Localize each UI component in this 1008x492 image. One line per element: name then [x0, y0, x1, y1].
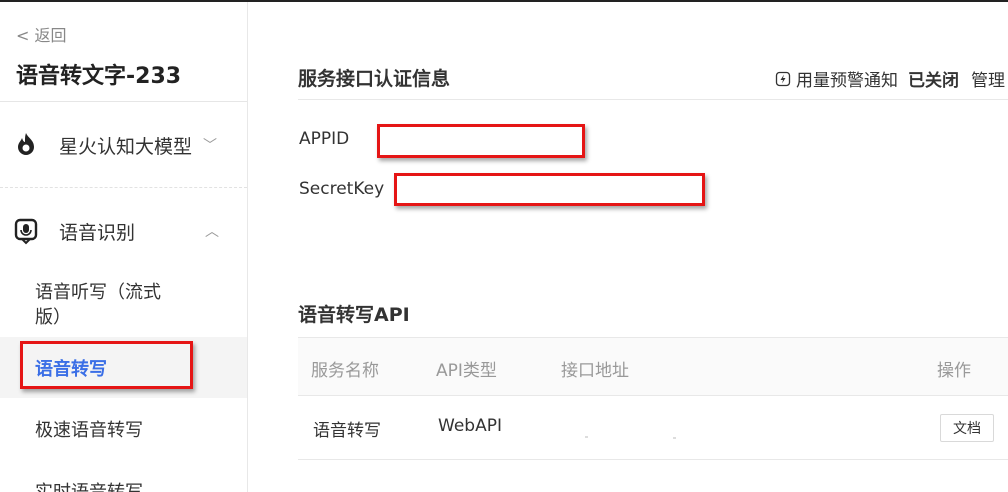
table-row: 语音转写 WebAPI 文档 — [298, 396, 1008, 460]
sidebar-divider — [0, 187, 247, 188]
sidebar-item-label: 极速语音转写 — [35, 420, 143, 441]
sidebar-item-speech-transcription[interactable]: 语音转写 — [0, 337, 247, 398]
section-divider — [298, 99, 1008, 100]
app-title: 语音转文字-233 — [16, 64, 182, 89]
redacted-mark — [673, 437, 676, 439]
sidebar-item-label: 语音听写（流式版） — [35, 282, 161, 328]
sidebar-group-spark-model[interactable]: 星火认知大模型 ﹀ — [0, 122, 247, 168]
usage-alert-label: 用量预警通知 — [796, 71, 898, 91]
sidebar-item-streaming-dictation[interactable]: 语音听写（流式版） — [0, 280, 247, 332]
back-link[interactable]: < 返回 — [16, 22, 67, 46]
alert-icon — [775, 71, 791, 86]
appid-value-box — [377, 124, 585, 158]
column-header: API类型 — [436, 361, 497, 381]
sidebar-item-realtime-transcription[interactable]: 实时语音转写 — [0, 476, 247, 492]
api-section-title: 语音转写API — [298, 304, 410, 326]
api-type-cell: WebAPI — [438, 416, 502, 436]
api-table-header: 服务名称 API类型 接口地址 操作 — [298, 337, 1008, 396]
usage-alert-bar: 用量预警通知 已关闭 管理 — [775, 66, 1005, 91]
sidebar: < 返回 语音转文字-233 星火认知大模型 ﹀ 语音识别 ︿ 语音听写（流式版… — [0, 2, 248, 492]
manage-link[interactable]: 管理 — [971, 66, 1005, 91]
sidebar-group-label: 语音识别 — [59, 221, 136, 244]
main-content: 服务接口认证信息 用量预警通知 已关闭 管理 APPID SecretKey 语… — [248, 2, 1008, 492]
highlight-box — [20, 341, 193, 389]
sidebar-group-speech-recognition[interactable]: 语音识别 ︿ — [0, 208, 247, 254]
sidebar-item-fast-transcription[interactable]: 极速语音转写 — [0, 414, 247, 444]
appid-label: APPID — [299, 129, 350, 149]
sidebar-divider — [0, 101, 247, 102]
secretkey-value-box — [394, 173, 705, 206]
usage-alert-status: 已关闭 — [908, 71, 959, 91]
sidebar-item-label: 实时语音转写 — [35, 478, 143, 492]
chevron-down-icon: ﹀ — [203, 138, 217, 154]
service-name-cell: 语音转写 — [313, 421, 381, 441]
sidebar-group-label: 星火认知大模型 — [59, 135, 193, 158]
voice-recognition-icon — [14, 218, 38, 245]
secretkey-label: SecretKey — [299, 179, 385, 199]
column-header: 操作 — [937, 361, 971, 381]
column-header: 服务名称 — [311, 361, 379, 381]
auth-section-title: 服务接口认证信息 — [298, 68, 451, 90]
flame-icon — [18, 133, 34, 155]
redacted-mark — [585, 436, 588, 438]
column-header: 接口地址 — [561, 361, 629, 381]
chevron-up-icon: ︿ — [205, 224, 219, 240]
doc-button[interactable]: 文档 — [940, 414, 994, 442]
